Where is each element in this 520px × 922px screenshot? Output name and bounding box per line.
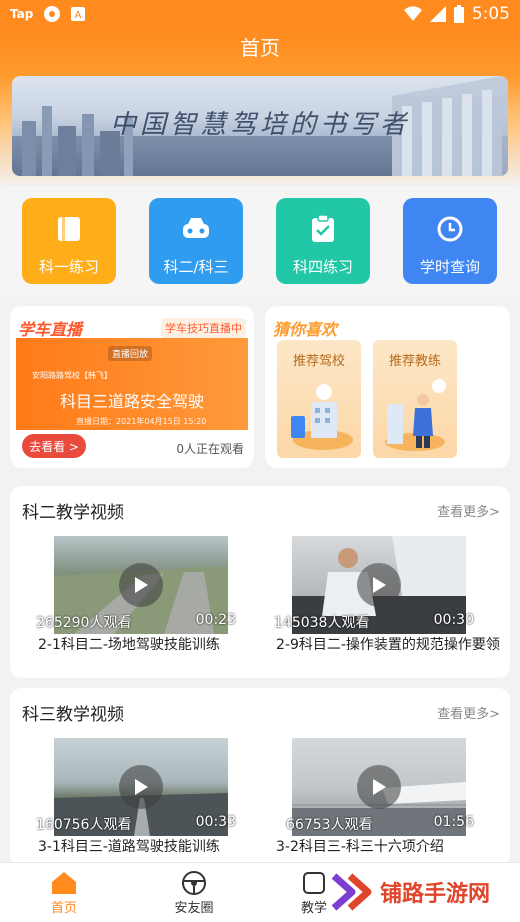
home-icon <box>24 869 104 897</box>
video-title: 3-2科目三-科三十六项介绍 <box>276 839 444 855</box>
page-title: 首页 <box>240 36 280 60</box>
video-card[interactable]: 66753人观看 01:56 3-2科目三-科三十六项介绍 <box>276 738 474 855</box>
live-thumbnail[interactable]: 直播回放 安阳路路驾校【韩飞】 科目三道路安全驾驶 直播日期：2021年04月1… <box>16 338 248 430</box>
quick-action-subject-two-three[interactable]: 科二/科三 <box>149 198 243 284</box>
watermark-text: 铺路手游网 <box>380 882 491 907</box>
steering-wheel-icon <box>154 869 234 897</box>
view-count: 145038人观看 <box>274 615 370 631</box>
watermark: 铺路手游网 <box>330 872 490 912</box>
video-duration: 00:33 <box>195 814 236 830</box>
checklist-icon <box>306 212 340 246</box>
battery-icon <box>453 5 464 23</box>
tab-home[interactable]: 首页 <box>24 869 104 916</box>
signal-icon <box>429 6 446 22</box>
live-card[interactable]: 学车直播 学车技巧直播中 直播回放 安阳路路驾校【韩飞】 科目三道路安全驾驶 直… <box>10 306 254 468</box>
video-duration: 00:23 <box>195 612 236 628</box>
recommend-label: 推荐教练 <box>388 354 441 369</box>
play-icon[interactable] <box>119 563 163 607</box>
play-icon[interactable] <box>119 765 163 809</box>
see-more-link[interactable]: 查看更多> <box>437 501 500 520</box>
guess-title: 猜你喜欢 <box>273 320 338 339</box>
quick-action-label: 学时查询 <box>419 258 480 276</box>
see-more-link[interactable]: 查看更多> <box>437 703 500 722</box>
quick-action-label: 科一练习 <box>38 258 99 276</box>
quick-actions-panel: 科一练习 科二/科三 科四练习 学时查询 <box>0 186 520 296</box>
video-duration: 01:56 <box>433 814 474 830</box>
banner[interactable]: 中国智慧驾培的书写者 <box>12 76 508 176</box>
view-count: 66753人观看 <box>286 817 373 833</box>
video-card[interactable]: 145038人观看 00:30 2-9科目二-操作装置的规范操作要领 <box>274 536 500 653</box>
tab-label: 安友圈 <box>174 901 214 916</box>
tab-label: 首页 <box>50 901 77 916</box>
recommend-label: 推荐驾校 <box>292 354 345 369</box>
book-icon <box>52 212 86 246</box>
clock-icon <box>433 212 467 246</box>
status-bar: Tap A 5:05 <box>0 0 520 28</box>
watermark-logo-icon <box>331 873 372 911</box>
video-title: 2-9科目二-操作装置的规范操作要领 <box>276 637 500 653</box>
status-time: 5:05 <box>471 4 510 24</box>
quick-action-subject-one[interactable]: 科一练习 <box>22 198 116 284</box>
section-title: 科二教学视频 <box>22 503 124 523</box>
play-icon[interactable] <box>357 563 401 607</box>
recommend-coach-card[interactable]: 推荐教练 <box>373 340 457 458</box>
live-title: 学车直播 <box>18 320 83 339</box>
section-title: 科三教学视频 <box>22 705 124 725</box>
quick-action-label: 科四练习 <box>292 258 353 276</box>
live-school: 安阳路路驾校【韩飞】 <box>32 371 112 380</box>
coach-person-icon <box>385 379 446 451</box>
recommend-school-card[interactable]: 推荐驾校 <box>277 340 361 458</box>
section-subject-three: 科三教学视频 查看更多> 160756人观看 00:33 3-1科目三-道路驾驶… <box>10 688 510 868</box>
quick-action-label: 科二/科三 <box>163 258 229 276</box>
video-duration: 00:30 <box>433 612 474 628</box>
quick-action-subject-four[interactable]: 科四练习 <box>276 198 370 284</box>
video-card[interactable]: 160756人观看 00:33 3-1科目三-道路驾驶技能训练 <box>36 738 236 855</box>
live-tag: 学车技巧直播中 <box>161 318 246 338</box>
video-card[interactable]: 265290人观看 00:23 2-1科目二-场地驾驶技能训练 <box>36 536 236 653</box>
replay-badge: 直播回放 <box>108 346 153 361</box>
live-subject: 科目三道路安全驾驶 <box>59 392 204 411</box>
wifi-icon <box>403 6 422 22</box>
guess-card: 猜你喜欢 推荐驾校 推荐教练 <box>265 306 510 468</box>
play-icon[interactable] <box>357 765 401 809</box>
view-count: 160756人观看 <box>36 817 132 833</box>
live-date: 直播日期：2021年04月15日 15:20 <box>76 417 207 426</box>
car-icon <box>179 212 213 246</box>
a-notification-icon: A <box>71 7 86 21</box>
section-subject-two: 科二教学视频 查看更多> 265290人观看 00:23 2-1科目二-场地驾驶… <box>10 486 510 678</box>
school-building-icon <box>291 384 353 450</box>
watching-count: 0人正在观看 <box>176 442 244 456</box>
status-app-tag: Tap <box>10 7 34 21</box>
go-watch-button[interactable]: 去看看 > <box>22 434 86 458</box>
video-title: 3-1科目三-道路驾驶技能训练 <box>38 839 220 855</box>
video-title: 2-1科目二-场地驾驶技能训练 <box>38 637 220 653</box>
app-notification-icon <box>44 6 61 22</box>
view-count: 265290人观看 <box>36 615 132 631</box>
tab-community[interactable]: 安友圈 <box>154 869 234 916</box>
quick-action-hours-query[interactable]: 学时查询 <box>403 198 497 284</box>
banner-slogan: 中国智慧驾培的书写者 <box>109 110 410 140</box>
svg-text:A: A <box>75 10 82 21</box>
